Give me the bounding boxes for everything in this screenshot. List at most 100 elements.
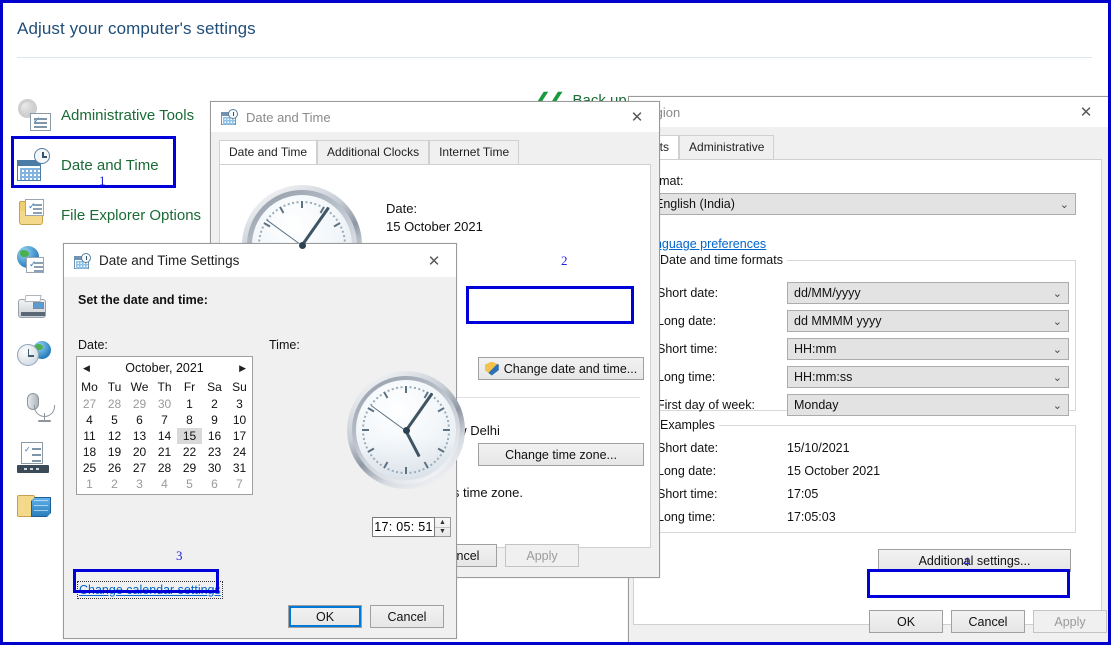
calendar-day-cell[interactable]: 28 [152, 460, 177, 476]
change-time-zone-button[interactable]: Change time zone... [478, 443, 644, 466]
time-input[interactable]: 17: 05: 51 [372, 517, 435, 537]
calendar-day-cell[interactable]: 16 [202, 428, 227, 444]
calendar-day-cell[interactable]: 21 [152, 444, 177, 460]
calendar-day-cell[interactable]: 27 [77, 396, 102, 412]
calendar-day-cell[interactable]: 5 [177, 476, 202, 492]
cp-item-internet-options[interactable]: ✓ [17, 246, 51, 280]
tab-internet-time[interactable]: Internet Time [429, 140, 520, 165]
calendar-day-cell[interactable]: 22 [177, 444, 202, 460]
calendar-day-cell[interactable]: 8 [177, 412, 202, 428]
calendar-day-cell[interactable]: 30 [202, 460, 227, 476]
ok-button[interactable]: OK [869, 610, 943, 633]
cp-item-administrative-tools[interactable]: ✓ Administrative Tools [17, 98, 194, 132]
cancel-button[interactable]: Cancel [370, 605, 444, 628]
calendar-day-cell[interactable]: 3 [227, 396, 252, 412]
dialog-title: Date and Time Settings [99, 253, 240, 268]
next-month-arrow-icon[interactable]: ▶ [239, 363, 246, 374]
format-rows: Short date: dd/MM/yyyy ⌄ Long date: dd M… [657, 279, 1069, 419]
calendar-day-cell[interactable]: 23 [202, 444, 227, 460]
cp-item-file-explorer-options[interactable]: ✓ File Explorer Options [17, 198, 201, 232]
calendar-day-cell[interactable]: 5 [102, 412, 127, 428]
spinner-up-icon[interactable]: ▲ [435, 518, 450, 528]
calendar-day-cell[interactable]: 29 [127, 396, 152, 412]
calendar-day-cell[interactable]: 2 [202, 396, 227, 412]
calendar-day-cell[interactable]: 4 [152, 476, 177, 492]
prev-month-arrow-icon[interactable]: ◀ [83, 363, 90, 374]
spinner-down-icon[interactable]: ▼ [435, 528, 450, 537]
calendar-day-cell[interactable]: 14 [152, 428, 177, 444]
calendar-grid[interactable]: Mo Tu We Th Fr Sa Su 27 28 29 30 1 2 3 4 5 6 7 8 9 10… [77, 379, 252, 492]
calendar-day-cell[interactable]: 4 [77, 412, 102, 428]
calendar-day-cell[interactable]: 20 [127, 444, 152, 460]
row-label: Short date: [657, 286, 719, 300]
time-spinner[interactable]: 17: 05: 51 ▲ ▼ [372, 517, 451, 537]
change-date-and-time-button[interactable]: Change date and time... [478, 357, 644, 380]
date-and-time-icon [221, 109, 238, 125]
calendar-day-cell[interactable]: 10 [227, 412, 252, 428]
calendar-day-cell[interactable]: 2 [102, 476, 127, 492]
region-tabstrip: mats Administrative [629, 128, 1108, 160]
calendar-day-cell[interactable]: 3 [127, 476, 152, 492]
calendar-day-cell[interactable]: 6 [127, 412, 152, 428]
first-day-of-week-select[interactable]: Monday ⌄ [787, 394, 1069, 416]
calendar-day-cell[interactable]: 25 [77, 460, 102, 476]
example-row-long-time: Long time: 17:05:03 [657, 505, 1069, 528]
close-icon[interactable]: ✕ [412, 246, 456, 276]
calendar-day-cell[interactable]: 17 [227, 428, 252, 444]
weekday-header: Sa [207, 380, 222, 394]
row-value: 17:05:03 [787, 509, 836, 524]
calendar-day-cell[interactable]: 1 [177, 396, 202, 412]
calendar-day-cell[interactable]: 29 [177, 460, 202, 476]
region-window: Region ✕ mats Administrative ormat: Engl… [628, 96, 1108, 642]
dst-note: is time zone. [450, 485, 523, 500]
close-icon[interactable]: ✕ [615, 102, 659, 132]
calendar-day-cell[interactable]: 7 [227, 476, 252, 492]
calendar-day-cell[interactable]: 24 [227, 444, 252, 460]
calendar-day-cell[interactable]: 12 [102, 428, 127, 444]
language-preferences-link[interactable]: anguage preferences [648, 237, 766, 251]
annotation-2: 2 [561, 253, 568, 268]
cp-item-speech-recognition[interactable] [17, 391, 55, 425]
tab-administrative[interactable]: Administrative [679, 135, 775, 160]
highlight-box-change-date-and-time [466, 286, 634, 324]
cp-item-region[interactable] [17, 341, 51, 375]
format-select[interactable]: English (India) ⌄ [648, 193, 1076, 215]
cp-item-devices-and-printers[interactable] [17, 293, 51, 327]
calendar-week-row: 25 26 27 28 29 30 31 [77, 460, 252, 476]
spinner-buttons[interactable]: ▲ ▼ [435, 517, 451, 537]
calendar-day-cell[interactable]: 1 [77, 476, 102, 492]
calendar-day-cell[interactable]: 26 [102, 460, 127, 476]
region-titlebar: Region ✕ [629, 97, 1108, 128]
calendar-day-cell[interactable]: 15 [177, 428, 202, 444]
cancel-button[interactable]: Cancel [951, 610, 1025, 633]
close-icon[interactable]: ✕ [1064, 97, 1108, 127]
calendar-day-cell[interactable]: 30 [152, 396, 177, 412]
calendar-day-cell[interactable]: 19 [102, 444, 127, 460]
calendar-day-cell[interactable]: 27 [127, 460, 152, 476]
calendar-week-row: 1234567 [77, 476, 252, 492]
devices-and-printers-icon [17, 293, 51, 327]
ok-button[interactable]: OK [288, 605, 362, 628]
calendar-day-cell[interactable]: 9 [202, 412, 227, 428]
calendar-day-cell[interactable]: 28 [102, 396, 127, 412]
calendar[interactable]: ◀ October, 2021 ▶ Mo Tu We Th Fr Sa Su 2… [76, 356, 253, 495]
row-label: Long date: [657, 463, 717, 478]
calendar-day-cell[interactable]: 11 [77, 428, 102, 444]
cp-item-label: File Explorer Options [61, 206, 202, 224]
long-date-select[interactable]: dd MMMM yyyy ⌄ [787, 310, 1069, 332]
long-time-select[interactable]: HH:mm:ss ⌄ [787, 366, 1069, 388]
calendar-day-cell[interactable]: 31 [227, 460, 252, 476]
calendar-day-cell[interactable]: 6 [202, 476, 227, 492]
short-date-select[interactable]: dd/MM/yyyy ⌄ [787, 282, 1069, 304]
cp-item-storage-spaces[interactable] [17, 491, 51, 525]
tab-date-and-time[interactable]: Date and Time [219, 140, 318, 165]
cp-item-taskbar-and-navigation[interactable]: ✓ [17, 440, 51, 474]
calendar-day-cell[interactable]: 13 [127, 428, 152, 444]
weekday-header: Su [232, 380, 247, 394]
calendar-header: ◀ October, 2021 ▶ [77, 357, 252, 379]
tab-additional-clocks[interactable]: Additional Clocks [317, 140, 430, 165]
calendar-day-cell[interactable]: 7 [152, 412, 177, 428]
short-time-select[interactable]: HH:mm ⌄ [787, 338, 1069, 360]
calendar-day-cell[interactable]: 18 [77, 444, 102, 460]
chevron-down-icon: ⌄ [1052, 343, 1062, 356]
